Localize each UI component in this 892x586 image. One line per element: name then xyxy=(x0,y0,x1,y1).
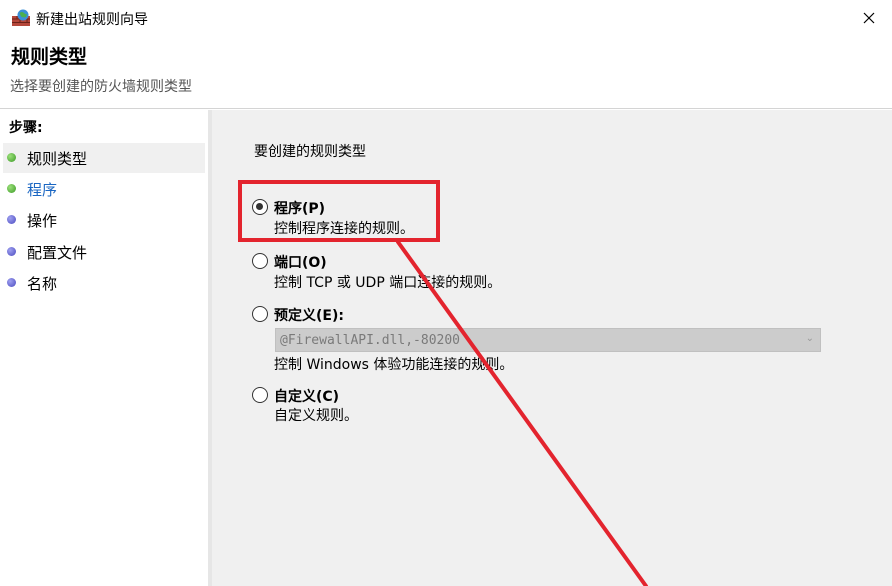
annotation-arrow xyxy=(396,240,648,586)
